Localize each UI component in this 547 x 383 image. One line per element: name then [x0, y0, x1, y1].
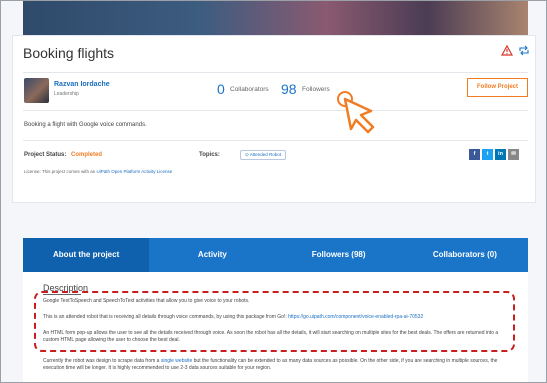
collaborators-count[interactable]: 0 — [217, 81, 225, 97]
short-description: Booking a flight with Google voice comma… — [24, 122, 147, 128]
topics-label: Topics: — [199, 152, 220, 158]
single-website-link[interactable]: single website — [161, 358, 192, 364]
description-paragraph: Currently the robot was design to scrape… — [43, 358, 513, 372]
page: Booking flights Razvan Iordache Leadersh… — [0, 0, 547, 383]
linkedin-icon[interactable]: in — [495, 149, 506, 160]
divider — [23, 72, 528, 73]
tab-collaborators[interactable]: Collaborators (0) — [402, 238, 528, 272]
collaborators-label: Collaborators — [230, 86, 269, 93]
license-link[interactable]: UiPath Open Platform Activity License — [96, 169, 172, 174]
paragraph-text: Currently the robot was design to scrape… — [43, 358, 160, 364]
tab-activity[interactable]: Activity — [149, 238, 275, 272]
divider — [23, 140, 528, 141]
project-card: Booking flights Razvan Iordache Leadersh… — [12, 35, 536, 203]
facebook-icon[interactable]: f — [469, 149, 480, 160]
pointer-cursor-icon — [337, 91, 375, 134]
status-label: Project Status: — [24, 152, 67, 158]
twitter-icon[interactable]: t — [482, 149, 493, 160]
followers-count[interactable]: 98 — [281, 81, 297, 97]
avatar[interactable] — [24, 78, 49, 103]
license-prefix: License: This project comes with an — [24, 169, 96, 174]
status-value: Completed — [71, 152, 103, 158]
author-role: Leadership — [54, 91, 79, 97]
topic-tag[interactable]: ⊙ Attended Robot — [240, 150, 287, 160]
share-buttons: f t in ✉ — [469, 149, 519, 160]
followers-label: Followers — [302, 86, 330, 93]
repost-icon[interactable] — [518, 45, 530, 56]
topic-tag-label: Attended Robot — [249, 152, 282, 157]
divider — [23, 110, 528, 111]
tab-followers[interactable]: Followers (98) — [276, 238, 402, 272]
follow-project-button[interactable]: Follow Project — [467, 78, 528, 97]
tab-about-the-project[interactable]: About the project — [23, 238, 150, 272]
highlight-annotation-box — [34, 291, 515, 352]
project-tabs: About the project Activity Followers (98… — [23, 238, 528, 272]
hero-banner-image — [23, 1, 528, 35]
author-name-link[interactable]: Razvan Iordache — [54, 81, 110, 88]
license-text: License: This project comes with an UiPa… — [24, 169, 172, 174]
report-warning-icon[interactable] — [501, 45, 513, 56]
email-icon[interactable]: ✉ — [508, 149, 519, 160]
page-title: Booking flights — [23, 45, 115, 61]
